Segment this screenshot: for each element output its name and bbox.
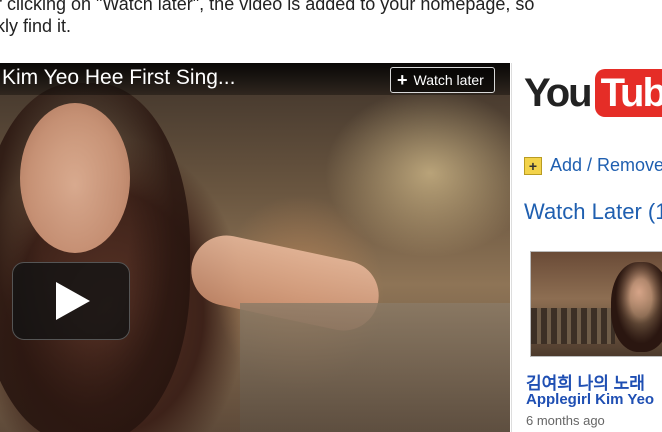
article-line-2: kly find it. xyxy=(0,16,72,36)
watch-later-sidebar: You Tube + Add / Remove Watch Later (1 김… xyxy=(511,63,662,432)
add-icon: + xyxy=(524,156,542,175)
sidebar-video-age: 6 months ago xyxy=(526,413,605,428)
watch-later-label: Watch later xyxy=(413,72,484,88)
logo-tube-text: Tube xyxy=(594,69,662,117)
video-thumbnail[interactable] xyxy=(530,251,662,357)
video-frame-face xyxy=(20,103,130,253)
watch-later-heading[interactable]: Watch Later (1 xyxy=(524,199,662,225)
play-icon xyxy=(56,282,90,320)
add-remove-link[interactable]: + Add / Remove xyxy=(524,155,662,176)
thumbnail-console xyxy=(531,308,615,344)
video-frame-desk xyxy=(240,303,510,432)
watch-later-button[interactable]: + Watch later xyxy=(390,67,495,93)
video-title[interactable]: Kim Yeo Hee First Sing... xyxy=(2,66,235,90)
thumbnail-person xyxy=(611,262,662,352)
sidebar-video-channel[interactable]: Applegirl Kim Yeo xyxy=(526,391,654,408)
add-remove-label: Add / Remove xyxy=(550,155,662,175)
play-button[interactable] xyxy=(12,262,130,340)
plus-icon: + xyxy=(397,70,408,90)
logo-you-text: You xyxy=(524,70,593,115)
video-player[interactable]: Kim Yeo Hee First Sing... + Watch later xyxy=(0,63,510,432)
article-line-1: r clicking on "Watch later", the video i… xyxy=(0,0,535,14)
youtube-logo[interactable]: You Tube xyxy=(524,69,662,117)
